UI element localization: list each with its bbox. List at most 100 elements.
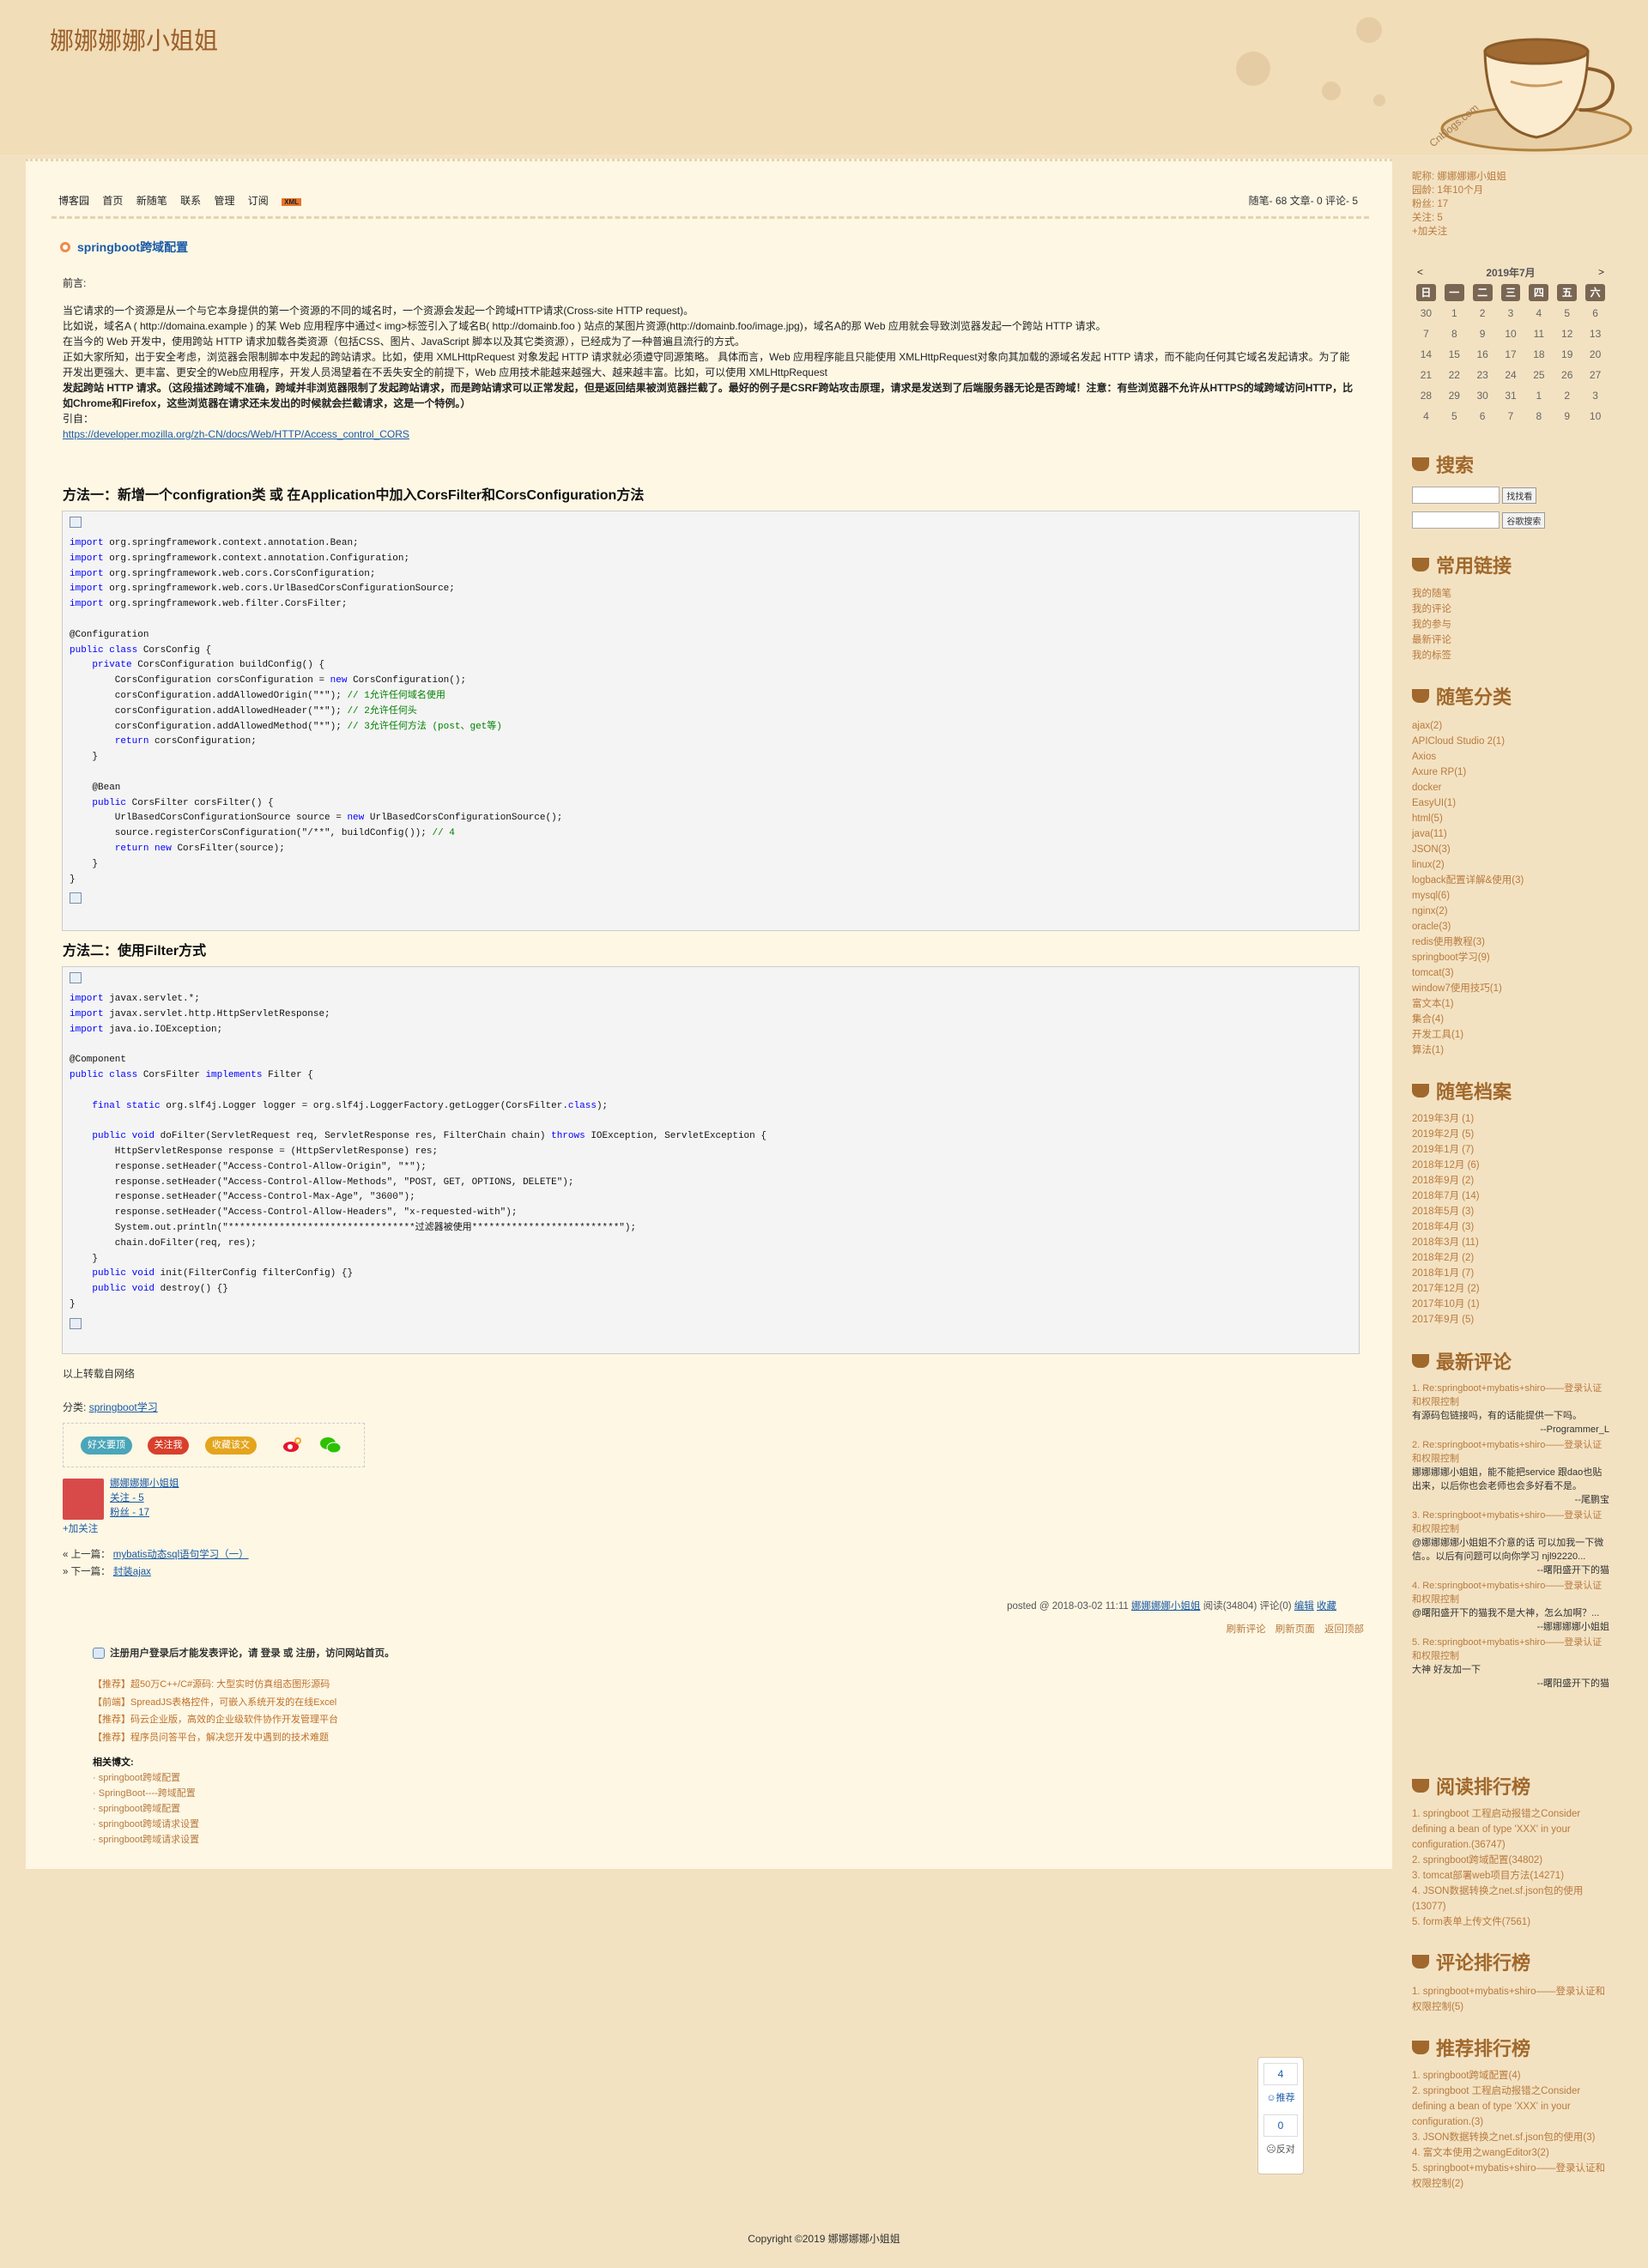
- sidebar-link[interactable]: 我的评论: [1412, 602, 1451, 617]
- calendar-day[interactable]: 4: [1412, 410, 1440, 422]
- nav-item-contact[interactable]: 联系: [180, 195, 201, 207]
- sidebar-link[interactable]: 我的标签: [1412, 648, 1451, 663]
- archive-link[interactable]: 2018年4月 (3): [1412, 1219, 1480, 1235]
- digg-button[interactable]: ☺推荐: [1258, 2090, 1303, 2104]
- calendar-day[interactable]: 16: [1469, 348, 1497, 360]
- calendar-day[interactable]: 7: [1497, 410, 1525, 422]
- calendar-day[interactable]: 19: [1553, 348, 1581, 360]
- calendar-day[interactable]: 27: [1581, 369, 1609, 381]
- profile-add-follow[interactable]: +加关注: [1412, 225, 1506, 239]
- archive-link[interactable]: 2019年2月 (5): [1412, 1127, 1480, 1142]
- author-fans-link[interactable]: 粉丝 - 17: [110, 1508, 149, 1518]
- refresh-page-link[interactable]: 刷新页面: [1275, 1624, 1315, 1635]
- calendar-day[interactable]: 8: [1524, 410, 1553, 422]
- calendar-day[interactable]: 17: [1497, 348, 1525, 360]
- calendar-day[interactable]: 22: [1440, 369, 1469, 381]
- related-post-link[interactable]: · springboot跨域请求设置: [93, 1817, 199, 1832]
- category-link[interactable]: Axios: [1412, 749, 1524, 765]
- sidebar-link[interactable]: 我的参与: [1412, 617, 1451, 632]
- next-post-link[interactable]: 封装ajax: [113, 1567, 151, 1577]
- read-rank-item[interactable]: 1. springboot 工程启动报错之Consider defining a…: [1412, 1806, 1609, 1853]
- related-post-link[interactable]: · springboot跨域配置: [93, 1770, 199, 1786]
- archive-link[interactable]: 2018年5月 (3): [1412, 1204, 1480, 1219]
- calendar-day[interactable]: 4: [1524, 307, 1553, 319]
- author-follow-link[interactable]: 关注 - 5: [110, 1493, 144, 1503]
- ad-link[interactable]: 【前端】SpreadJS表格控件，可嵌入系统开发的在线Excel: [93, 1694, 338, 1712]
- category-link[interactable]: JSON(3): [1412, 842, 1524, 857]
- favorite-button[interactable]: 收藏该文: [205, 1436, 257, 1455]
- nav-item-cnblogs[interactable]: 博客园: [58, 195, 89, 207]
- category-link[interactable]: 集合(4): [1412, 1012, 1524, 1027]
- nav-item-admin[interactable]: 管理: [214, 195, 234, 207]
- calendar-day[interactable]: 2: [1469, 307, 1497, 319]
- archive-link[interactable]: 2019年1月 (7): [1412, 1142, 1480, 1158]
- calendar-day[interactable]: 13: [1581, 328, 1609, 340]
- archive-link[interactable]: 2018年12月 (6): [1412, 1158, 1480, 1173]
- calendar-day[interactable]: 3: [1497, 307, 1525, 319]
- digg-post-button[interactable]: 好文要顶: [81, 1436, 132, 1455]
- calendar-day[interactable]: 7: [1412, 328, 1440, 340]
- category-link[interactable]: nginx(2): [1412, 904, 1524, 919]
- calendar-day[interactable]: 8: [1440, 328, 1469, 340]
- prev-post-link[interactable]: mybatis动态sql语句学习（一）: [113, 1550, 249, 1560]
- posted-author-link[interactable]: 娜娜娜娜小姐姐: [1131, 1601, 1201, 1612]
- category-link[interactable]: springboot学习: [89, 1401, 158, 1413]
- category-link[interactable]: 富文本(1): [1412, 996, 1524, 1012]
- category-link[interactable]: java(11): [1412, 826, 1524, 842]
- back-to-top-link[interactable]: 返回顶部: [1324, 1624, 1364, 1635]
- comment-title-link[interactable]: 4. Re:springboot+mybatis+shiro——登录认证和权限控…: [1412, 1579, 1609, 1606]
- calendar-day[interactable]: 18: [1524, 348, 1553, 360]
- category-link[interactable]: 算法(1): [1412, 1043, 1524, 1058]
- nav-item-new-post[interactable]: 新随笔: [136, 195, 167, 207]
- recommend-rank-item[interactable]: 2. springboot 工程启动报错之Consider defining a…: [1412, 2084, 1609, 2130]
- read-rank-item[interactable]: 5. form表单上传文件(7561): [1412, 1914, 1609, 1930]
- related-post-link[interactable]: · SpringBoot----跨域配置: [93, 1786, 199, 1801]
- calendar-day[interactable]: 29: [1440, 390, 1469, 402]
- calendar-day[interactable]: 6: [1469, 410, 1497, 422]
- recommend-rank-item[interactable]: 5. springboot+mybatis+shiro——登录认证和权限控制(2…: [1412, 2161, 1609, 2192]
- ad-link[interactable]: 【推荐】码云企业版，高效的企业级软件协作开发管理平台: [93, 1711, 338, 1729]
- calendar-day[interactable]: 30: [1412, 307, 1440, 319]
- calendar-day[interactable]: 20: [1581, 348, 1609, 360]
- calendar-day[interactable]: 14: [1412, 348, 1440, 360]
- sidebar-link[interactable]: 最新评论: [1412, 632, 1451, 648]
- category-link[interactable]: mysql(6): [1412, 888, 1524, 904]
- category-link[interactable]: tomcat(3): [1412, 965, 1524, 981]
- related-post-link[interactable]: · springboot跨域配置: [93, 1801, 199, 1817]
- category-link[interactable]: EasyUI(1): [1412, 795, 1524, 811]
- archive-link[interactable]: 2017年9月 (5): [1412, 1312, 1480, 1328]
- bury-button[interactable]: ☹反对: [1258, 2142, 1303, 2156]
- archive-link[interactable]: 2018年3月 (11): [1412, 1235, 1480, 1250]
- read-rank-item[interactable]: 3. tomcat部署web项目方法(14271): [1412, 1868, 1609, 1884]
- calendar-day[interactable]: 1: [1524, 390, 1553, 402]
- read-rank-item[interactable]: 4. JSON数据转换之net.sf.json包的使用(13077): [1412, 1884, 1609, 1914]
- calendar-day[interactable]: 9: [1553, 410, 1581, 422]
- category-link[interactable]: linux(2): [1412, 857, 1524, 873]
- category-link[interactable]: springboot学习(9): [1412, 950, 1524, 965]
- related-post-link[interactable]: · springboot跨域请求设置: [93, 1832, 199, 1848]
- calendar-day[interactable]: 12: [1553, 328, 1581, 340]
- recommend-rank-item[interactable]: 1. springboot跨域配置(4): [1412, 2068, 1609, 2084]
- author-avatar[interactable]: [63, 1479, 104, 1520]
- archive-link[interactable]: 2018年1月 (7): [1412, 1266, 1480, 1281]
- copy-code-icon[interactable]: [70, 1317, 82, 1329]
- weibo-icon[interactable]: [282, 1437, 301, 1453]
- post-title-link[interactable]: springboot跨域配置: [77, 239, 188, 256]
- refresh-comments-link[interactable]: 刷新评论: [1227, 1624, 1266, 1635]
- calendar-day[interactable]: 9: [1469, 328, 1497, 340]
- calendar-day[interactable]: 11: [1524, 328, 1553, 340]
- calendar-day[interactable]: 6: [1581, 307, 1609, 319]
- copy-code-icon[interactable]: [70, 517, 82, 528]
- archive-link[interactable]: 2018年9月 (2): [1412, 1173, 1480, 1188]
- comment-title-link[interactable]: 5. Re:springboot+mybatis+shiro——登录认证和权限控…: [1412, 1636, 1609, 1663]
- google-search-input[interactable]: [1412, 511, 1500, 529]
- comment-title-link[interactable]: 3. Re:springboot+mybatis+shiro——登录认证和权限控…: [1412, 1509, 1609, 1536]
- calendar-day[interactable]: 23: [1469, 369, 1497, 381]
- category-link[interactable]: ajax(2): [1412, 718, 1524, 734]
- calendar-day[interactable]: 15: [1440, 348, 1469, 360]
- edit-link[interactable]: 编辑: [1294, 1601, 1314, 1612]
- calendar-day[interactable]: 28: [1412, 390, 1440, 402]
- calendar-day[interactable]: 5: [1553, 307, 1581, 319]
- category-link[interactable]: docker: [1412, 780, 1524, 795]
- copy-code-icon[interactable]: [70, 972, 82, 983]
